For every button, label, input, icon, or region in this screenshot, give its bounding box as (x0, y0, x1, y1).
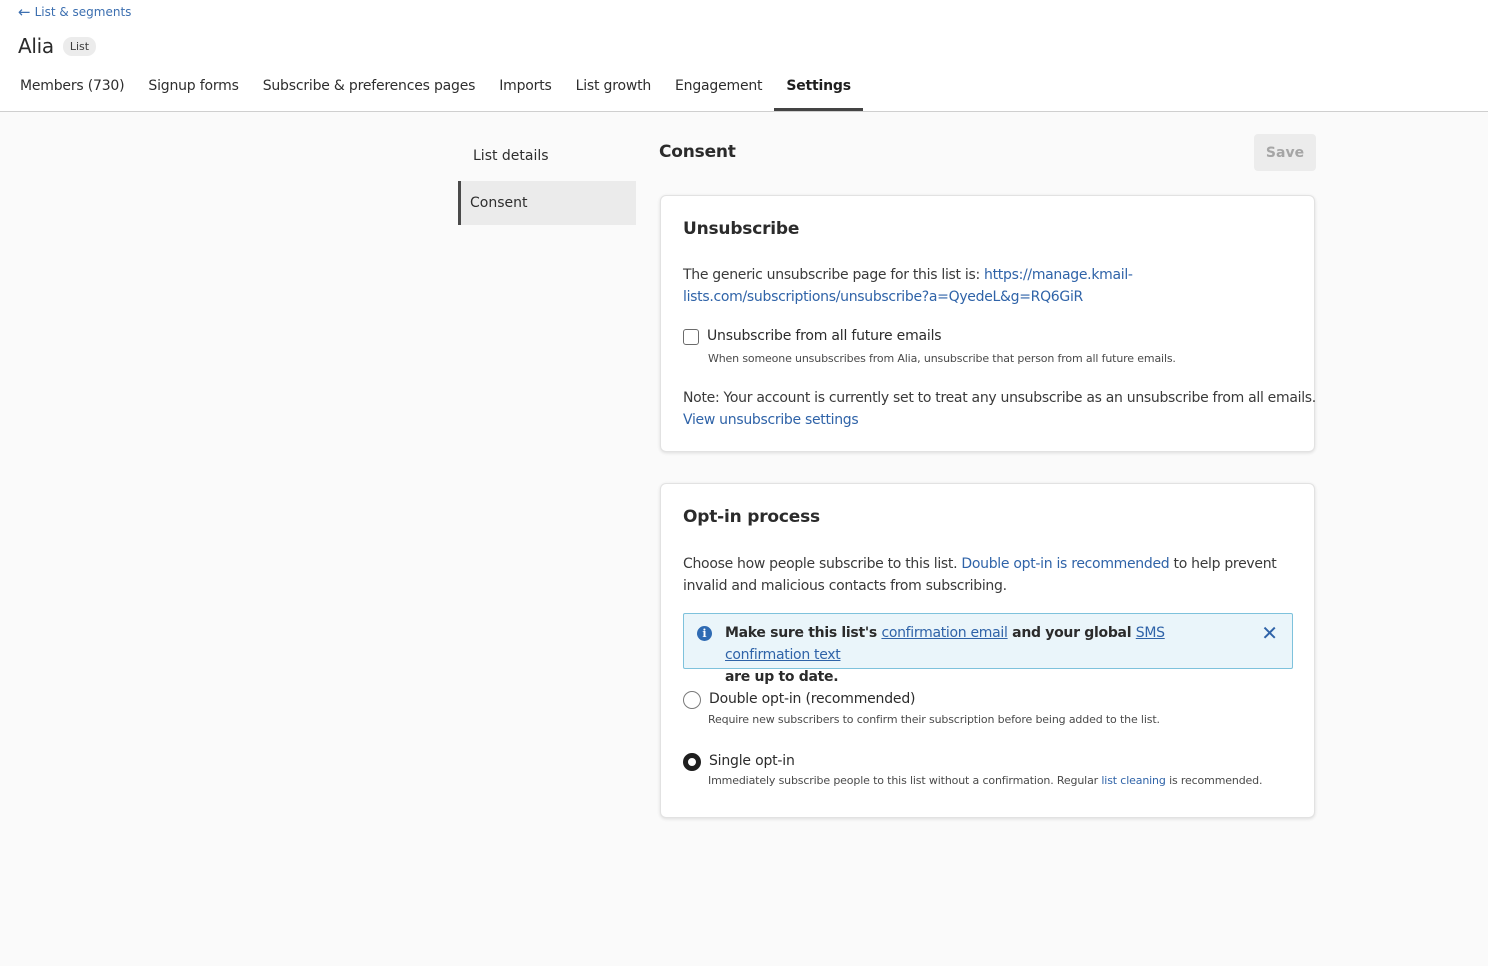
info-banner: i Make sure this list's confirmation ema… (683, 613, 1293, 685)
optin-card: Opt-in process Choose how people subscri… (660, 483, 1315, 818)
sidenav-item-consent[interactable]: Consent (458, 181, 636, 225)
unsubscribe-page-text: The generic unsubscribe page for this li… (683, 264, 1283, 308)
optin-description: Choose how people subscribe to this list… (683, 553, 1303, 597)
unsubscribe-note-text: Note: Your account is currently set to t… (683, 390, 1316, 406)
tab-list-growth[interactable]: List growth (564, 68, 663, 111)
tab-bar: Members (730) Signup forms Subscribe & p… (8, 68, 864, 111)
tab-subscribe-preferences[interactable]: Subscribe & preferences pages (251, 68, 488, 111)
unsubscribe-all-help: When someone unsubscribes from Alia, uns… (708, 352, 1176, 365)
single-optin-help-pre: Immediately subscribe people to this lis… (708, 774, 1102, 787)
optin-desc-pre: Choose how people subscribe to this list… (683, 556, 962, 572)
optin-desc-line2: invalid and malicious contacts from subs… (683, 578, 1007, 594)
view-unsubscribe-settings-link[interactable]: View unsubscribe settings (683, 412, 859, 428)
double-optin-label: Double opt-in (recommended) (709, 691, 916, 707)
info-text-mid: and your global (1007, 625, 1136, 641)
info-text-pre: Make sure this list's (725, 625, 882, 641)
unsubscribe-url-part1: https://manage.kmail- (984, 267, 1133, 283)
optin-title: Opt-in process (683, 507, 820, 527)
info-icon: i (697, 626, 712, 641)
back-link-label: List & segments (34, 5, 132, 19)
unsubscribe-note: Note: Your account is currently set to t… (683, 387, 1316, 431)
close-icon[interactable]: ✕ (1261, 622, 1278, 644)
single-optin-label: Single opt-in (709, 753, 795, 769)
double-optin-recommended-link[interactable]: Double opt-in is recommended (961, 556, 1169, 572)
info-banner-text: Make sure this list's confirmation email… (725, 622, 1245, 688)
optin-desc-post: to help prevent (1169, 556, 1277, 572)
save-button[interactable]: Save (1254, 134, 1316, 171)
back-link[interactable]: ← List & segments (18, 3, 132, 21)
arrow-left-icon: ← (18, 3, 31, 21)
unsubscribe-all-row[interactable]: Unsubscribe from all future emails (683, 328, 942, 345)
unsubscribe-all-label: Unsubscribe from all future emails (707, 328, 942, 344)
tab-engagement[interactable]: Engagement (663, 68, 774, 111)
page-header: ← List & segments Alia List Members (730… (0, 0, 1488, 112)
sidenav-item-list-details[interactable]: List details (458, 134, 636, 178)
single-optin-row[interactable]: Single opt-in (683, 753, 795, 771)
unsubscribe-all-checkbox[interactable] (683, 329, 699, 345)
single-optin-help-post: is recommended. (1165, 774, 1263, 787)
unsubscribe-title: Unsubscribe (683, 219, 800, 239)
single-optin-radio[interactable] (683, 753, 701, 771)
unsubscribe-url-part2: lists.com/subscriptions/unsubscribe?a=Qy… (683, 289, 1083, 305)
double-optin-row[interactable]: Double opt-in (recommended) (683, 691, 915, 709)
section-title: Consent (659, 142, 736, 162)
tab-settings[interactable]: Settings (774, 68, 864, 111)
tab-imports[interactable]: Imports (487, 68, 563, 111)
info-text-post: are up to date. (725, 669, 839, 685)
list-badge: List (62, 36, 97, 56)
tab-members[interactable]: Members (730) (8, 68, 136, 111)
title-row: Alia List (18, 34, 97, 58)
unsubscribe-page-label: The generic unsubscribe page for this li… (683, 267, 985, 283)
tab-signup-forms[interactable]: Signup forms (136, 68, 250, 111)
confirmation-email-link[interactable]: confirmation email (881, 625, 1007, 641)
single-optin-help: Immediately subscribe people to this lis… (708, 774, 1262, 787)
double-optin-radio[interactable] (683, 691, 701, 709)
list-cleaning-link[interactable]: list cleaning (1101, 774, 1165, 787)
unsubscribe-card: Unsubscribe The generic unsubscribe page… (660, 195, 1316, 452)
page-title: Alia (18, 34, 54, 58)
settings-sidenav: List details Consent (458, 134, 636, 225)
double-optin-help: Require new subscribers to confirm their… (708, 713, 1160, 726)
